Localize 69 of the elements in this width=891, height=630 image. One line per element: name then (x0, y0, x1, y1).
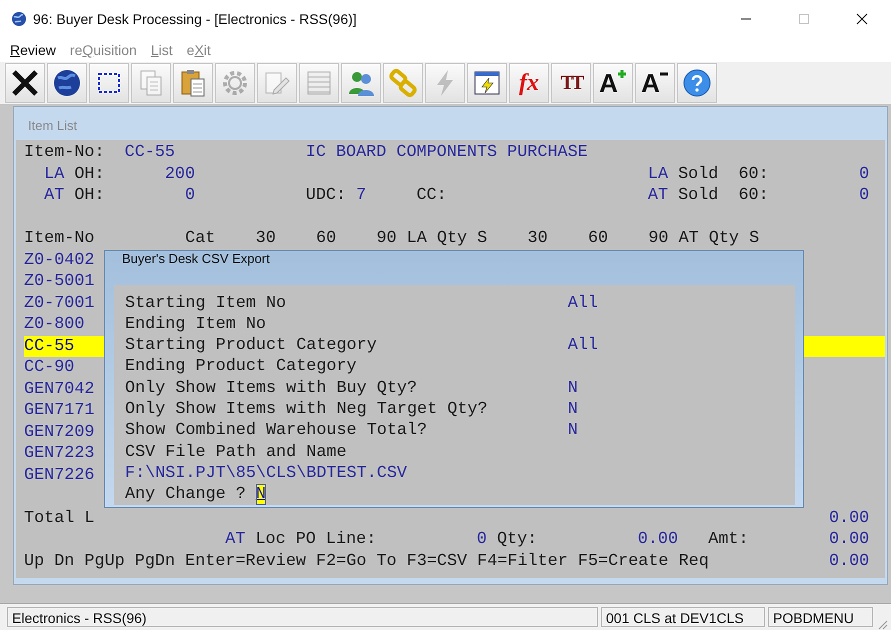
child-window-title: Item List (27, 117, 78, 135)
close-icon (856, 13, 868, 25)
total-amount: 0.00 (828, 508, 870, 529)
font-increase-icon[interactable]: A (593, 63, 633, 103)
prompt-label: Only Show Items with Buy Qty? (125, 378, 418, 399)
prompt-label: Starting Product Category (125, 335, 378, 356)
sold-value: 0 (859, 164, 870, 185)
status-panel: Electronics - RSS(96) (7, 607, 598, 627)
warehouse-code: LA (648, 164, 668, 185)
answer-field[interactable]: N (256, 484, 266, 506)
warehouse-code: AT (225, 529, 246, 550)
field-label: OH: (74, 185, 104, 206)
prompt-label: Ending Product Category (125, 356, 358, 378)
resize-grip-icon[interactable] (876, 618, 888, 630)
field-label: Amt: (708, 529, 748, 550)
menu-item[interactable]: Review (10, 42, 56, 58)
prompt-value: N (568, 378, 579, 399)
warehouse-code: AT (44, 185, 64, 206)
prompt-label: Any Change ? (125, 484, 246, 506)
maximize-icon (798, 13, 810, 25)
file-path: F:\NSI.PJT\85\CLS\BDTEST.CSV (125, 462, 408, 484)
window-lightning-icon[interactable] (467, 63, 507, 103)
item-description: IC BOARD COMPONENTS PURCHASE (306, 142, 588, 164)
on-hand-value: 200 (164, 164, 196, 185)
cross-icon[interactable] (5, 63, 45, 103)
amount-value: 0.00 (828, 529, 870, 550)
prompt-value: All (568, 335, 599, 356)
function-icon[interactable]: fx (509, 63, 549, 103)
prompt-value: N (568, 398, 579, 420)
prompt-value: All (568, 292, 599, 314)
font-icon[interactable]: TT (551, 63, 591, 103)
item-number: CC-55 (124, 142, 176, 164)
field-label: Sold 60: (678, 164, 769, 185)
globe-icon[interactable] (47, 63, 87, 103)
prompt-label: Starting Item No (125, 292, 288, 314)
field-label: CC: (416, 185, 447, 206)
prompt-label: Show Combined Warehouse Total? (125, 420, 428, 442)
status-panel: POBDMENU (768, 607, 873, 627)
qty-value: 0.00 (638, 529, 678, 550)
prompt-value: N (568, 420, 579, 442)
help-icon[interactable] (677, 63, 717, 103)
prompt-label: CSV File Path and Name (125, 442, 348, 463)
warehouse-code: LA (44, 164, 64, 185)
prompt-label: Only Show Items with Neg Target Qty? (125, 398, 489, 420)
font-decrease-icon[interactable]: A (635, 63, 675, 103)
field-label: UDC: (306, 185, 346, 206)
sold-value: 0 (859, 185, 870, 206)
globe-icon (11, 11, 27, 27)
paste-icon[interactable] (173, 63, 213, 103)
key-help: Up Dn PgUp PgDn Enter=Review F2=Go To F3=CSV F4=Filter F5=Create Req (24, 550, 710, 572)
dotted-square-icon[interactable] (89, 63, 129, 103)
udc-value: 7 (356, 185, 368, 206)
field-label: Loc PO Line: (255, 529, 376, 550)
chain-icon[interactable] (383, 63, 423, 103)
column-headers: Item-No Cat 30 60 90 LA Qty S 30 60 90 AT Qty S (24, 228, 760, 250)
people-icon[interactable] (341, 63, 381, 103)
field-label: Qty: (496, 529, 538, 550)
dialog-title: Buyer's Desk CSV Export (121, 250, 271, 268)
field-label: Sold 60: (678, 185, 769, 206)
amount-value: 0.00 (828, 550, 870, 572)
po-line-value: 0 (476, 529, 487, 550)
window-title: 96: Buyer Desk Processing - [Electronics - RSS(96)] (33, 11, 357, 27)
total-label: Total L (24, 508, 94, 529)
field-label: Item-No: (24, 142, 104, 164)
field-label: OH: (74, 164, 104, 185)
on-hand-value: 0 (184, 185, 196, 206)
status-panel: 001 CLS at DEV1CLS (601, 607, 765, 627)
warehouse-code: AT (648, 185, 668, 206)
prompt-label: Ending Item No (125, 314, 267, 336)
